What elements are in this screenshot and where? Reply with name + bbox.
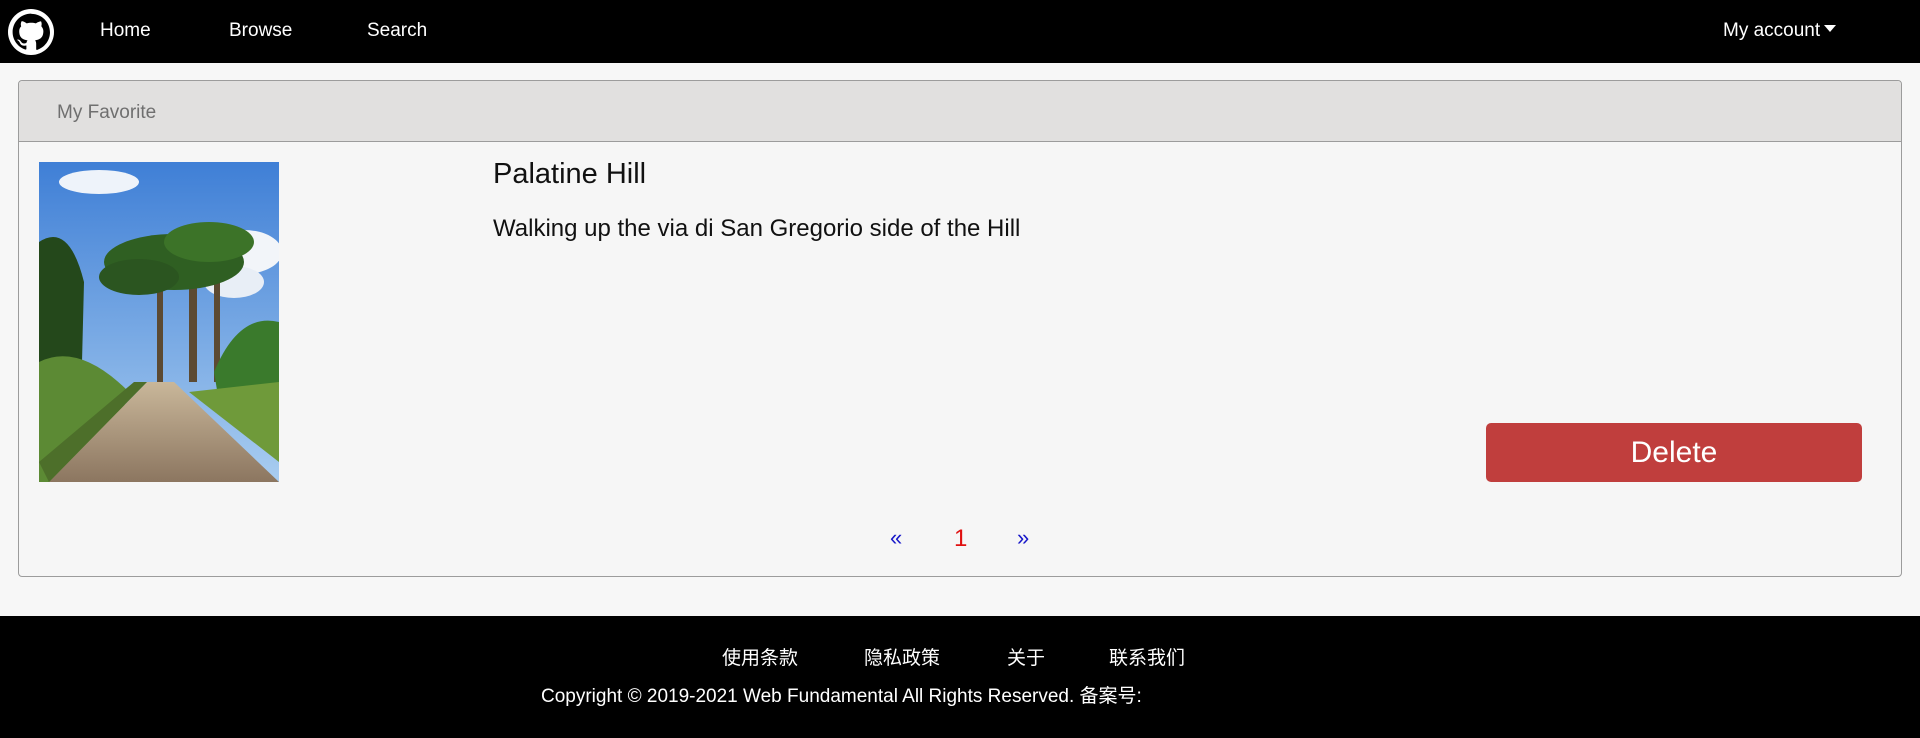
footer-terms-link[interactable]: 使用条款 — [722, 643, 798, 670]
pagination-current-page[interactable]: 1 — [954, 525, 967, 553]
footer-privacy-link[interactable]: 隐私政策 — [864, 643, 940, 670]
pagination-next-link[interactable]: » — [1017, 525, 1029, 551]
my-account-label: My account — [1723, 20, 1821, 41]
favorite-card: My Favorite Palatine Hill Walking up the… — [18, 80, 1902, 577]
footer-about-link[interactable]: 关于 — [1007, 643, 1045, 670]
card-header-title: My Favorite — [57, 102, 157, 123]
footer-contact-link[interactable]: 联系我们 — [1109, 643, 1185, 670]
favorite-image[interactable] — [39, 162, 279, 482]
card-header: My Favorite — [19, 81, 1901, 142]
footer-copyright: Copyright © 2019-2021 Web Fundamental Al… — [541, 686, 1142, 707]
footer: 使用条款 隐私政策 关于 联系我们 Copyright © 2019-2021 … — [0, 616, 1920, 738]
my-account-dropdown[interactable]: My account — [1723, 20, 1837, 42]
favorite-title[interactable]: Palatine Hill — [493, 158, 646, 191]
favorite-description: Walking up the via di San Gregorio side … — [493, 215, 1021, 242]
delete-button[interactable]: Delete — [1486, 423, 1862, 482]
nav-browse-link[interactable]: Browse — [229, 20, 292, 42]
pagination-prev-link[interactable]: « — [890, 525, 902, 551]
nav-search-link[interactable]: Search — [367, 20, 427, 42]
nav-home-link[interactable]: Home — [100, 20, 151, 42]
landscape-photo-icon — [39, 162, 279, 482]
caret-down-icon — [1824, 25, 1837, 32]
github-logo-icon[interactable] — [8, 9, 54, 55]
top-navbar: Home Browse Search My account — [0, 0, 1920, 63]
